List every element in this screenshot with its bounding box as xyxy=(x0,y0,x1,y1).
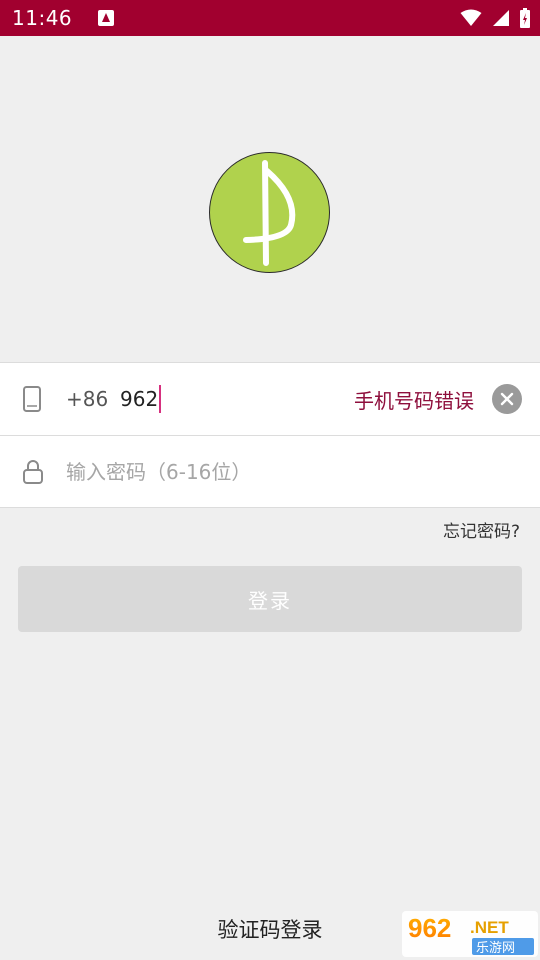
password-input[interactable] xyxy=(66,459,506,484)
phone-icon xyxy=(23,386,41,412)
svg-text:乐游网: 乐游网 xyxy=(476,941,515,956)
text-caret xyxy=(159,385,162,413)
forgot-password-link[interactable]: 忘记密码? xyxy=(443,517,520,542)
login-form: +86 962 手机号码错误 xyxy=(0,362,540,508)
status-bar: 11:46 xyxy=(0,0,540,36)
notification-icon xyxy=(98,10,115,26)
status-time: 11:46 xyxy=(12,6,73,30)
password-row xyxy=(0,435,540,507)
phone-input-value: 962 xyxy=(120,387,159,411)
clear-phone-button[interactable] xyxy=(492,384,522,414)
svg-text:.NET: .NET xyxy=(470,918,509,937)
watermark-logo: 962 .NET 乐游网 xyxy=(402,911,538,957)
status-icons xyxy=(460,8,530,28)
lock-icon xyxy=(23,459,43,484)
app-logo xyxy=(209,152,330,273)
login-button[interactable]: 登录 xyxy=(18,566,522,632)
logo-mark-icon xyxy=(243,160,296,266)
country-code[interactable]: +86 xyxy=(66,387,108,411)
clear-icon xyxy=(500,392,514,406)
svg-text:962: 962 xyxy=(408,913,451,943)
login-screen: 11:46 +86 962 手机号码错误 忘记密码? 登录 验证码登录 962 … xyxy=(0,0,540,960)
wifi-icon xyxy=(460,9,482,26)
signal-icon xyxy=(493,10,509,26)
phone-error-message: 手机号码错误 xyxy=(354,388,474,413)
battery-icon xyxy=(520,8,530,28)
phone-row: +86 962 手机号码错误 xyxy=(0,363,540,435)
phone-input[interactable]: 962 xyxy=(120,385,162,413)
